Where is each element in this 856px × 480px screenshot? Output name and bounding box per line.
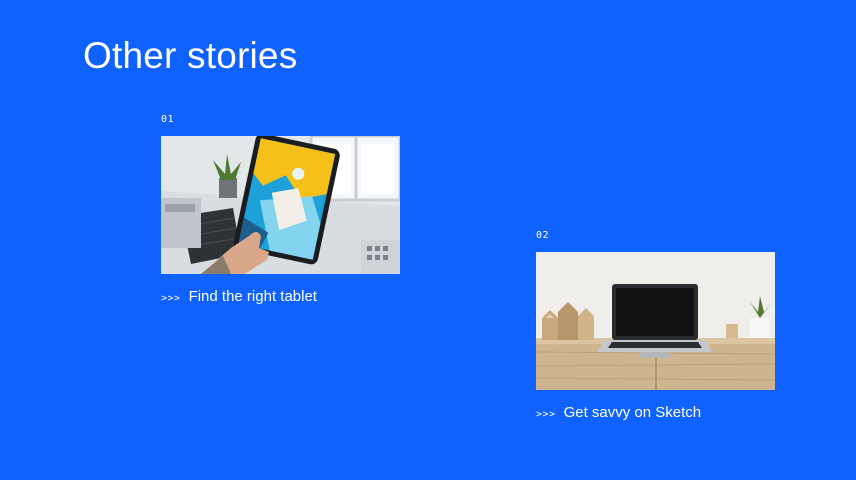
- story-thumbnail-tablet[interactable]: [161, 136, 400, 274]
- chevron-right-icon: >>>: [161, 293, 181, 304]
- story-card: 02 >>> Get savvy on Sketch: [536, 230, 776, 422]
- other-stories-section: Other stories 01 >>> Find the right tabl…: [0, 0, 856, 480]
- story-thumbnail-laptop[interactable]: [536, 252, 775, 390]
- tablet-in-hand-image: [161, 136, 400, 274]
- story-link[interactable]: >>> Get savvy on Sketch: [536, 404, 776, 422]
- story-number: 02: [536, 230, 550, 241]
- chevron-right-icon: >>>: [536, 409, 556, 420]
- story-link-label: Find the right tablet: [188, 288, 317, 305]
- story-card: 01 >>> Find the right tablet: [161, 114, 401, 306]
- story-link[interactable]: >>> Find the right tablet: [161, 288, 401, 306]
- section-title: Other stories: [83, 35, 298, 76]
- story-link-label: Get savvy on Sketch: [563, 404, 702, 421]
- laptop-on-desk-image: [536, 252, 775, 390]
- story-number: 01: [161, 114, 175, 125]
